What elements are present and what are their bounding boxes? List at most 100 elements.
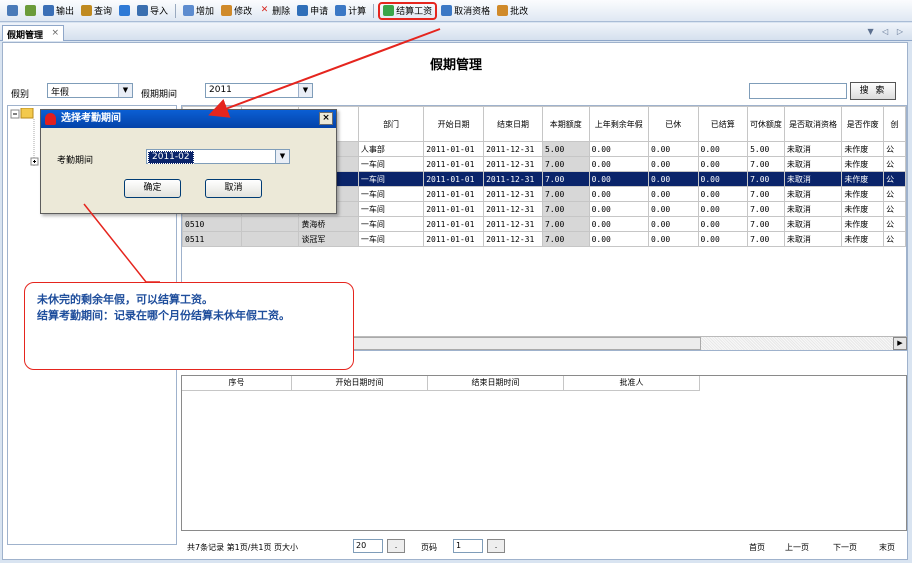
close-icon[interactable]: ×	[319, 112, 333, 125]
ok-button[interactable]: 确定	[124, 179, 181, 198]
preview-icon	[25, 5, 36, 16]
table-cell: 未取消	[783, 171, 843, 187]
column-header[interactable]: 序号	[182, 376, 292, 391]
table-cell: 7.00	[747, 156, 785, 172]
table-cell: 7.00	[747, 231, 785, 247]
table-cell: 7.00	[747, 201, 785, 217]
table-cell	[241, 231, 300, 247]
page-size-go-button[interactable]: .	[387, 539, 405, 553]
column-header[interactable]: 可休额度	[747, 106, 785, 142]
leave-period-value: 2011	[209, 85, 232, 95]
column-header[interactable]: 部门	[357, 106, 425, 142]
table-cell: 0.00	[647, 156, 699, 172]
toolbar-button-3[interactable]: 输出	[40, 2, 77, 20]
column-header[interactable]: 已休	[647, 106, 699, 142]
table-cell: 未作废	[841, 216, 885, 232]
table-row[interactable]: 0511 谈冠军 一车间 2011-01-01 2011-12-31 7.00 0.00 0.…	[182, 231, 906, 247]
toolbar-button-11[interactable]: 计算	[332, 2, 369, 20]
first-page-link[interactable]: 首页	[749, 542, 765, 553]
toolbar-button-1[interactable]	[4, 2, 21, 20]
column-header[interactable]: 是否作废	[841, 106, 885, 142]
toolbar-button-7[interactable]: 增加	[180, 2, 217, 20]
column-header[interactable]: 创	[883, 106, 906, 142]
table-cell: 公	[883, 171, 906, 187]
leave-type-value: 年假	[51, 88, 70, 98]
table-cell: 2011-12-31	[483, 141, 543, 157]
table-cell: 未作废	[841, 156, 885, 172]
annotation-callout: 未休完的剩余年假，可以结算工资。 结算考勤期间：记录在哪个月份结算未休年假工资。	[24, 282, 354, 370]
toolbar-button-label: 申请	[310, 7, 329, 17]
table-cell: 2011-12-31	[483, 201, 543, 217]
detail-grid[interactable]: 序号 开始日期时间 结束日期时间 批准人	[181, 375, 907, 531]
page-title: 假期管理	[429, 58, 482, 73]
toolbar-button-4[interactable]: 查询	[78, 2, 115, 20]
table-cell: 0.00	[647, 186, 699, 202]
table-cell: 公	[883, 231, 906, 247]
cancel-button[interactable]: 取消	[205, 179, 262, 198]
search-input[interactable]	[749, 83, 847, 99]
page-number-input[interactable]: 1	[453, 539, 483, 553]
edit-icon	[221, 5, 233, 16]
toolbar-button-12[interactable]: 结算工资	[378, 1, 438, 20]
table-cell: 人事部	[357, 141, 425, 157]
settle-salary-icon	[383, 5, 395, 16]
table-cell: 7.00	[542, 171, 590, 187]
column-header[interactable]: 批准人	[564, 376, 700, 391]
column-header[interactable]: 本期额度	[542, 106, 590, 142]
leave-period-select[interactable]: 2011 ▼	[205, 83, 313, 98]
table-cell: 0.00	[588, 141, 649, 157]
table-cell: 未取消	[783, 141, 843, 157]
column-header[interactable]: 结束日期时间	[428, 376, 564, 391]
column-header[interactable]: 开始日期	[423, 106, 485, 142]
search-button[interactable]: 搜 索	[850, 82, 896, 100]
column-header[interactable]: 上年剩余年假	[588, 106, 649, 142]
prev-page-link[interactable]: 上一页	[785, 542, 809, 553]
toolbar-button-label: 结算工资	[396, 7, 433, 17]
chevron-down-icon[interactable]: ▼	[118, 84, 132, 97]
table-cell: 一车间	[357, 171, 425, 187]
toolbar-button-label: 查询	[94, 7, 113, 17]
attendance-period-select[interactable]: 2011-02 ▼	[146, 149, 290, 164]
table-cell: 2011-12-31	[483, 216, 543, 232]
table-cell: 0.00	[647, 231, 699, 247]
table-cell: 一车间	[357, 201, 425, 217]
column-header[interactable]: 已结算	[697, 106, 749, 142]
column-header[interactable]: 是否取消资格	[783, 106, 843, 142]
table-cell: 2011-01-01	[423, 171, 485, 187]
tab-leave-management[interactable]: 假期管理 ×	[2, 25, 64, 41]
tab-nav-icons[interactable]: ▼ ◁ ▷	[867, 27, 906, 36]
toolbar-button-13[interactable]: 取消资格	[438, 2, 493, 20]
toolbar: 输出 查询 导入 增加 修改 ✕ 删除 申请 计算 结算工资 取消资格 批改	[0, 0, 912, 22]
last-page-link[interactable]: 末页	[879, 542, 895, 553]
page-go-button[interactable]: .	[487, 539, 505, 553]
page-size-input[interactable]: 20	[353, 539, 383, 553]
column-header[interactable]: 结束日期	[483, 106, 543, 142]
chevron-down-icon[interactable]: ▼	[298, 84, 312, 97]
toolbar-button-10[interactable]: 申请	[294, 2, 331, 20]
close-icon[interactable]: ×	[51, 28, 59, 38]
table-cell: 谈冠军	[298, 231, 359, 247]
toolbar-button-5[interactable]	[116, 2, 133, 20]
table-cell: 0.00	[588, 216, 649, 232]
next-page-link[interactable]: 下一页	[833, 542, 857, 553]
toolbar-button-label: 修改	[234, 7, 253, 17]
table-row[interactable]: 0510 黄海桥 一车间 2011-01-01 2011-12-31 7.00 0.00 0.…	[182, 216, 906, 232]
toolbar-button-9[interactable]: ✕ 删除	[256, 2, 293, 20]
table-cell: 2011-01-01	[423, 156, 485, 172]
toolbar-button-6[interactable]: 导入	[134, 2, 171, 20]
toolbar-button-8[interactable]: 修改	[218, 2, 255, 20]
table-cell: 0.00	[588, 156, 649, 172]
toolbar-button-2[interactable]	[22, 2, 39, 20]
table-cell: 0.00	[588, 186, 649, 202]
table-cell: 2011-01-01	[423, 231, 485, 247]
table-cell: 公	[883, 216, 906, 232]
table-cell: 0.00	[588, 171, 649, 187]
table-cell: 2011-01-01	[423, 201, 485, 217]
leave-type-select[interactable]: 年假 ▼	[47, 83, 133, 98]
toolbar-button-14[interactable]: 批改	[494, 2, 531, 20]
scroll-right-icon[interactable]: ▶	[893, 337, 907, 350]
table-cell: 未取消	[783, 231, 843, 247]
chevron-down-icon[interactable]: ▼	[275, 150, 289, 163]
table-cell: 0510	[182, 216, 243, 232]
column-header[interactable]: 开始日期时间	[292, 376, 428, 391]
